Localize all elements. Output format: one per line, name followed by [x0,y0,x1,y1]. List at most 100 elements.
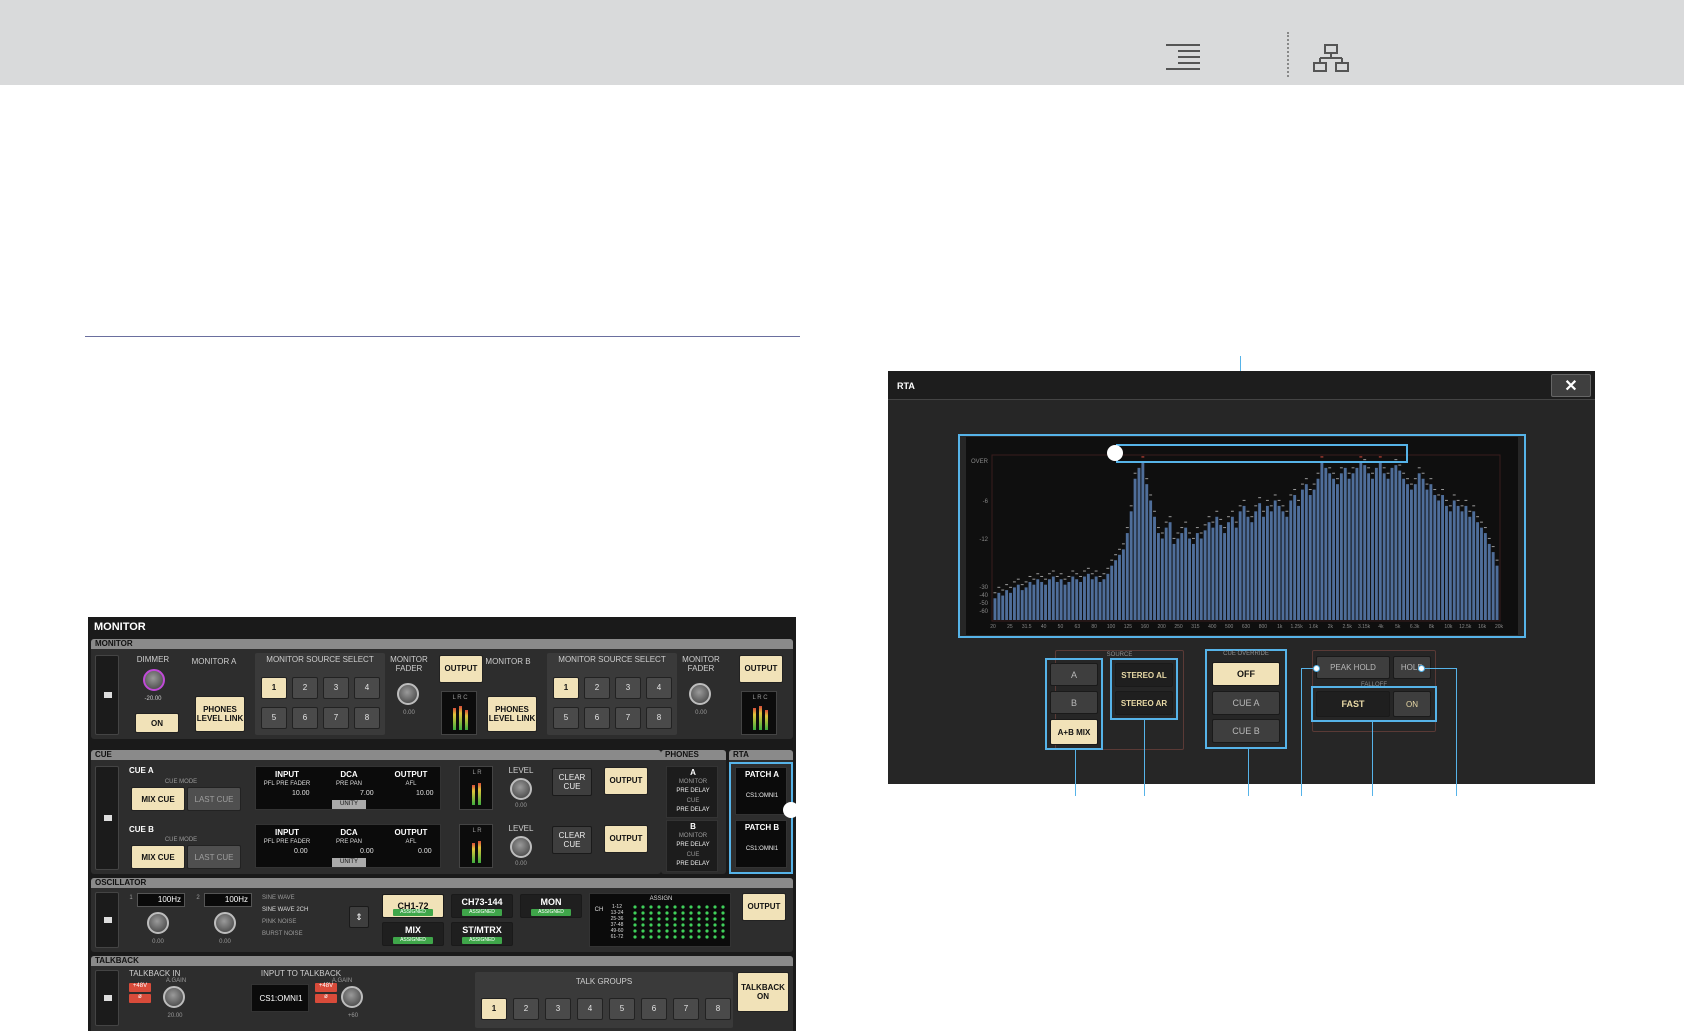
oscillator-popup-button[interactable] [95,892,119,948]
monitor-b-source-8[interactable]: 8 [646,707,672,729]
monitor-a-source-5[interactable]: 5 [261,707,287,729]
monitor-b-output-button[interactable]: OUTPUT [739,655,783,683]
monitor-b-source-7[interactable]: 7 [615,707,641,729]
monitor-a-source-7[interactable]: 7 [323,707,349,729]
rta-peak-marker [1328,467,1332,469]
rta-peak-marker [1156,527,1160,529]
rta-peak-marker [1480,521,1483,523]
monitor-b-source-1[interactable]: 1 [553,677,579,699]
cue-a-meter[interactable]: L R [459,766,493,810]
cue-a-clear-cue-button[interactable]: CLEAR CUE [552,768,592,796]
talkback-in-phase-button[interactable]: ø [129,994,151,1003]
cue-override-cue-a-button[interactable]: CUE A [1212,691,1280,715]
rta-graph[interactable]: OVER -6 -12 -30 -40 -50 -60 20 25 31.5 40 50 63 80 10… [966,437,1518,635]
source-stereo-ar-button[interactable]: STEREO AR [1115,691,1173,715]
source-a-button[interactable]: A [1050,663,1098,686]
talk-group-3[interactable]: 3 [545,998,571,1020]
rta-patch-a-button[interactable]: PATCH A CS1:OMNI1 [735,767,787,815]
talk-group-1[interactable]: 1 [481,998,507,1020]
monitor-popup-button[interactable] [95,655,119,735]
falloff-on-button[interactable]: ON [1393,691,1431,717]
cue-b-output-button[interactable]: OUTPUT [604,825,648,853]
monitor-a-source-2[interactable]: 2 [292,677,318,699]
monitor-a-source-8[interactable]: 8 [354,707,380,729]
cue-b-clear-cue-button[interactable]: CLEAR CUE [552,826,592,854]
cue-a-output-label: OUTPUT [394,770,428,779]
talkback-on-button[interactable]: TALKBACK ON [737,972,789,1012]
monitor-a-phones-link-button[interactable]: PHONES LEVEL LINK [195,696,245,732]
cue-a-info-box[interactable]: INPUT PFL PRE FADER 10.00 DCA PRE PAN 7.… [255,766,441,810]
monitor-b-source-6[interactable]: 6 [584,707,610,729]
osc-ch1-level-knob[interactable] [147,912,169,934]
rta-bar [1180,533,1184,620]
rta-bar [1083,576,1086,620]
talk-group-5[interactable]: 5 [609,998,635,1020]
monitor-a-source-4[interactable]: 4 [354,677,380,699]
monitor-a-source-3[interactable]: 3 [323,677,349,699]
cue-a-level-knob[interactable] [510,778,532,800]
cue-b-last-cue-button[interactable]: LAST CUE [187,845,241,869]
source-b-button[interactable]: B [1050,691,1098,714]
osc-ch2-freq-field[interactable]: 100Hz [204,893,252,907]
toc-icon[interactable] [1166,44,1200,70]
osc-mode-up-down-icon[interactable]: ⇕ [349,906,369,928]
osc-output-button[interactable]: OUTPUT [742,893,786,921]
cue-b-mix-cue-button[interactable]: MIX CUE [131,845,185,869]
monitor-b-source-5[interactable]: 5 [553,707,579,729]
osc-mode-pink-noise[interactable]: PINK NOISE [262,918,332,927]
dimmer-on-button[interactable]: ON [135,713,179,733]
osc-assign-box[interactable]: ASSIGN CH 1-12 13-24 25-36 37-48 49-60 6… [589,893,731,947]
osc-ch2-level-knob[interactable] [214,912,236,934]
osc-mode-sine-wave-2ch[interactable]: SINE WAVE 2CH [262,906,332,915]
osc-mode-sine-wave[interactable]: SINE WAVE [262,894,332,903]
monitor-a-output-button[interactable]: OUTPUT [439,655,483,683]
falloff-value-button[interactable]: FAST [1316,691,1390,717]
phones-a-button[interactable]: A MONITOR PRE DELAY CUE PRE DELAY [666,766,718,818]
talk-group-6[interactable]: 6 [641,998,667,1020]
cue-override-off-button[interactable]: OFF [1212,662,1280,686]
cue-b-info-box[interactable]: INPUT PFL PRE FADER 0.00 DCA PRE PAN 0.0… [255,824,441,868]
cue-b-dca-sub: PRE PAN [336,839,362,845]
monitor-b-source-4[interactable]: 4 [646,677,672,699]
input-to-talkback-phantom-button[interactable]: +48V [315,983,337,992]
cue-popup-button[interactable] [95,766,119,870]
phones-b-button[interactable]: B MONITOR PRE DELAY CUE PRE DELAY [666,820,718,872]
close-button[interactable]: ✕ [1551,374,1591,397]
cue-b-level-knob[interactable] [510,836,532,858]
rta-patch-b-button[interactable]: PATCH B CS1:OMNI1 [735,820,787,868]
monitor-b-meter[interactable]: L R C [741,691,777,735]
source-stereo-al-button[interactable]: STEREO AL [1115,663,1173,687]
cue-override-cue-b-button[interactable]: CUE B [1212,719,1280,743]
monitor-b-fader-knob[interactable] [689,683,711,705]
input-to-talkback-gain-knob[interactable] [341,986,363,1008]
talkback-in-phantom-button[interactable]: +48V [129,983,151,992]
talk-group-8[interactable]: 8 [705,998,731,1020]
monitor-b-source-2[interactable]: 2 [584,677,610,699]
monitor-b-phones-link-button[interactable]: PHONES LEVEL LINK [487,696,537,732]
sitemap-icon[interactable] [1313,44,1349,72]
cue-a-mix-cue-button[interactable]: MIX CUE [131,787,185,811]
monitor-a-fader-knob[interactable] [397,683,419,705]
monitor-b-source-group: MONITOR SOURCE SELECT 1 2 3 4 5 6 7 8 [547,653,677,735]
monitor-b-source-3[interactable]: 3 [615,677,641,699]
talkback-popup-button[interactable] [95,970,119,1026]
talk-group-7[interactable]: 7 [673,998,699,1020]
talkback-in-gain-knob[interactable] [163,986,185,1008]
osc-ch1-freq-field[interactable]: 100Hz [137,893,185,907]
talk-group-4[interactable]: 4 [577,998,603,1020]
cue-a-output-button[interactable]: OUTPUT [604,767,648,795]
cue-a-last-cue-button[interactable]: LAST CUE [187,787,241,811]
rta-x-tick-label: 6.3k [1409,624,1420,630]
monitor-a-source-6[interactable]: 6 [292,707,318,729]
monitor-a-meter[interactable]: L R C [441,691,477,735]
cue-b-meter[interactable]: L R [459,824,493,868]
osc-mode-burst-noise[interactable]: BURST NOISE [262,930,332,939]
rta-peak-marker [1016,578,1020,580]
source-ab-mix-button[interactable]: A+B MIX [1050,719,1098,745]
peak-hold-button[interactable]: PEAK HOLD [1316,656,1390,679]
input-to-talkback-patch-button[interactable]: CS1:OMNI1 [251,984,309,1012]
talk-group-2[interactable]: 2 [513,998,539,1020]
input-to-talkback-phase-button[interactable]: ø [315,994,337,1003]
monitor-a-source-1[interactable]: 1 [261,677,287,699]
dimmer-knob[interactable] [143,669,165,691]
